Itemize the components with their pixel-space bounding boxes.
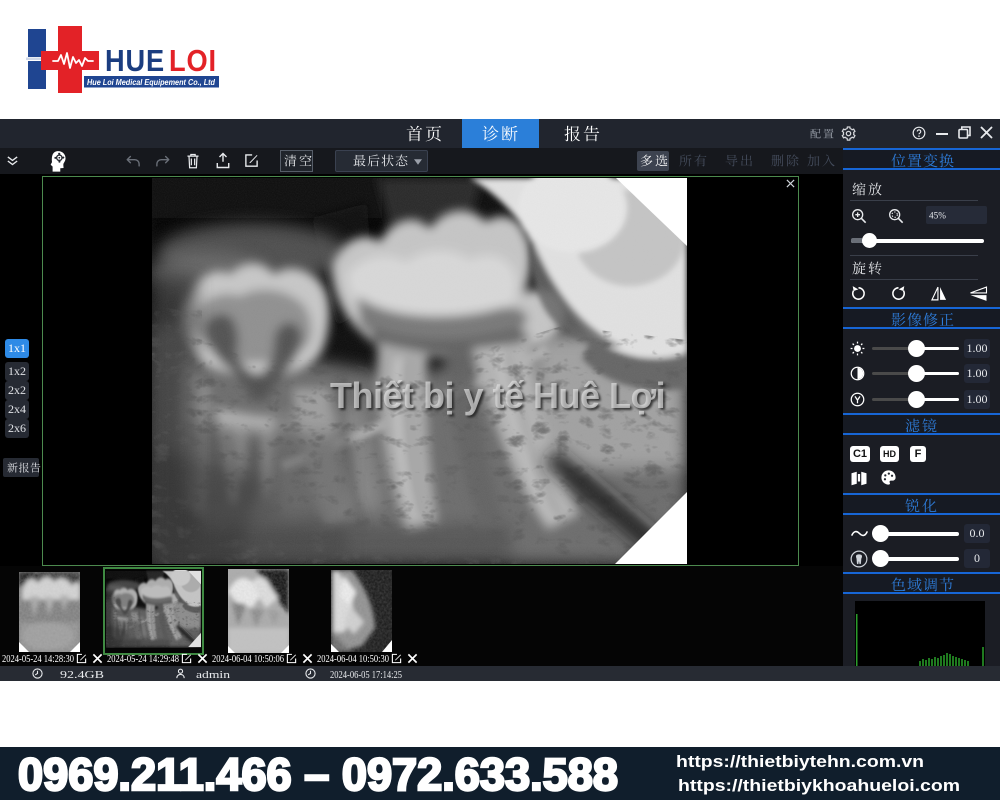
svg-text:LOI: LOI xyxy=(169,43,217,78)
svg-text:Hue Loi Medical Equipement Co.: Hue Loi Medical Equipement Co., Ltd xyxy=(87,78,216,87)
svg-text:2024-05-24 14:28:30: 2024-05-24 14:28:30 xyxy=(2,653,74,665)
svg-text:2024-06-05 17:14:25: 2024-06-05 17:14:25 xyxy=(330,669,402,681)
svg-text:https://thietbiytehn.com.vn: https://thietbiytehn.com.vn xyxy=(676,752,924,771)
svg-text:2024-06-04 10:50:30: 2024-06-04 10:50:30 xyxy=(317,653,389,665)
svg-text:92.4GB: 92.4GB xyxy=(60,669,104,681)
svg-text:2024-05-24 14:29:48: 2024-05-24 14:29:48 xyxy=(107,653,179,665)
svg-text:admin: admin xyxy=(196,669,231,681)
svg-text:HUE: HUE xyxy=(105,43,165,78)
svg-text:2024-06-04 10:50:06: 2024-06-04 10:50:06 xyxy=(212,653,284,665)
svg-text:45%: 45% xyxy=(929,212,946,222)
svg-text:https://thietbiykhoahueloi.com: https://thietbiykhoahueloi.com xyxy=(678,776,960,795)
